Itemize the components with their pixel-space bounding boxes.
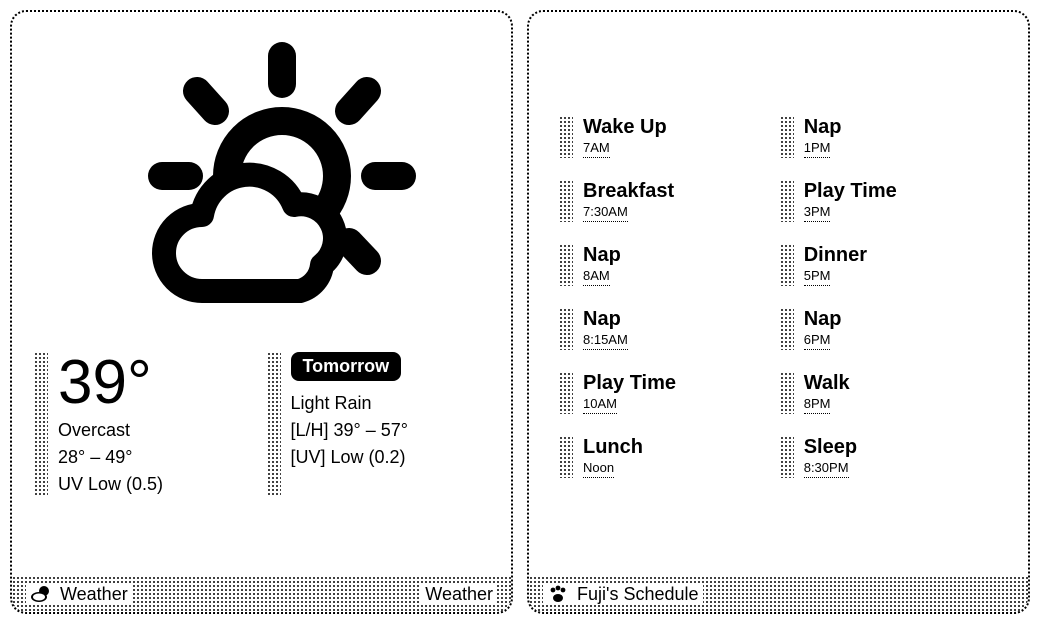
schedule-item-time: 10AM (583, 396, 617, 414)
schedule-item: Wake Up 7AM (559, 116, 770, 158)
metric-marker (34, 352, 48, 495)
schedule-item-time: 7AM (583, 140, 610, 158)
schedule-panel-footer: Fuji's Schedule (529, 576, 1028, 612)
schedule-item-time: 8AM (583, 268, 610, 286)
schedule-item: Nap 6PM (780, 308, 991, 350)
schedule-item-label: Nap (804, 308, 842, 330)
schedule-item-time: 8PM (804, 396, 831, 414)
schedule-item-time: 1PM (804, 140, 831, 158)
weather-footer-right: Weather (421, 584, 497, 605)
weather-condition-icon (34, 36, 489, 326)
schedule-item: Dinner 5PM (780, 244, 991, 286)
weather-panel: 39° Overcast 28° – 49° UV Low (0.5) Tomo… (10, 10, 513, 614)
today-range: 28° – 49° (58, 447, 257, 468)
schedule-footer-label: Fuji's Schedule (577, 584, 699, 605)
metric-marker (267, 352, 281, 495)
tomorrow-condition: Light Rain (291, 393, 490, 414)
tomorrow-pill: Tomorrow (291, 352, 402, 381)
paw-icon (547, 583, 569, 605)
schedule-item-marker (559, 180, 573, 222)
schedule-item-label: Lunch (583, 436, 643, 458)
schedule-item-label: Play Time (583, 372, 676, 394)
today-uv: UV Low (0.5) (58, 474, 257, 495)
schedule-item-marker (559, 244, 573, 286)
schedule-item-label: Play Time (804, 180, 897, 202)
weather-footer-label: Weather (60, 584, 128, 605)
schedule-item-label: Dinner (804, 244, 867, 266)
schedule-item-time: 7:30AM (583, 204, 628, 222)
schedule-item-marker (780, 308, 794, 350)
tomorrow-range: [L/H] 39° – 57° (291, 420, 490, 441)
schedule-item-time: 6PM (804, 332, 831, 350)
schedule-item-marker (559, 436, 573, 478)
schedule-item: Lunch Noon (559, 436, 770, 478)
schedule-item-time: 5PM (804, 268, 831, 286)
schedule-item: Sleep 8:30PM (780, 436, 991, 478)
tomorrow-uv: [UV] Low (0.2) (291, 447, 490, 468)
schedule-item-marker (780, 436, 794, 478)
schedule-item: Nap 8AM (559, 244, 770, 286)
schedule-item: Walk 8PM (780, 372, 991, 414)
schedule-item: Breakfast 7:30AM (559, 180, 770, 222)
today-condition: Overcast (58, 420, 257, 441)
schedule-item: Play Time 3PM (780, 180, 991, 222)
schedule-item-marker (780, 244, 794, 286)
schedule-panel: Wake Up 7AM Breakfast 7:30AM Nap 8AM Nap 8:15AM… (527, 10, 1030, 614)
schedule-grid: Wake Up 7AM Breakfast 7:30AM Nap 8AM Nap 8:15AM… (559, 116, 998, 500)
weather-tomorrow: Tomorrow Light Rain [L/H] 39° – 57° [UV]… (267, 352, 490, 495)
schedule-item-marker (559, 372, 573, 414)
schedule-item-marker (780, 372, 794, 414)
schedule-item-label: Nap (804, 116, 842, 138)
schedule-item-marker (780, 116, 794, 158)
schedule-item: Play Time 10AM (559, 372, 770, 414)
schedule-item-time: 3PM (804, 204, 831, 222)
schedule-item-label: Nap (583, 308, 628, 330)
schedule-item-label: Walk (804, 372, 850, 394)
schedule-item-time: 8:30PM (804, 460, 849, 478)
weather-today: 39° Overcast 28° – 49° UV Low (0.5) (34, 352, 257, 495)
schedule-item: Nap 1PM (780, 116, 991, 158)
schedule-item-marker (559, 308, 573, 350)
schedule-item-label: Breakfast (583, 180, 674, 202)
schedule-item: Nap 8:15AM (559, 308, 770, 350)
schedule-item-time: 8:15AM (583, 332, 628, 350)
schedule-item-marker (559, 116, 573, 158)
schedule-item-label: Wake Up (583, 116, 667, 138)
schedule-item-label: Sleep (804, 436, 857, 458)
today-temperature: 39° (58, 352, 257, 414)
weather-panel-footer: Weather Weather (12, 576, 511, 612)
schedule-item-marker (780, 180, 794, 222)
partly-cloudy-icon (30, 583, 52, 605)
schedule-item-label: Nap (583, 244, 621, 266)
schedule-item-time: Noon (583, 460, 614, 478)
